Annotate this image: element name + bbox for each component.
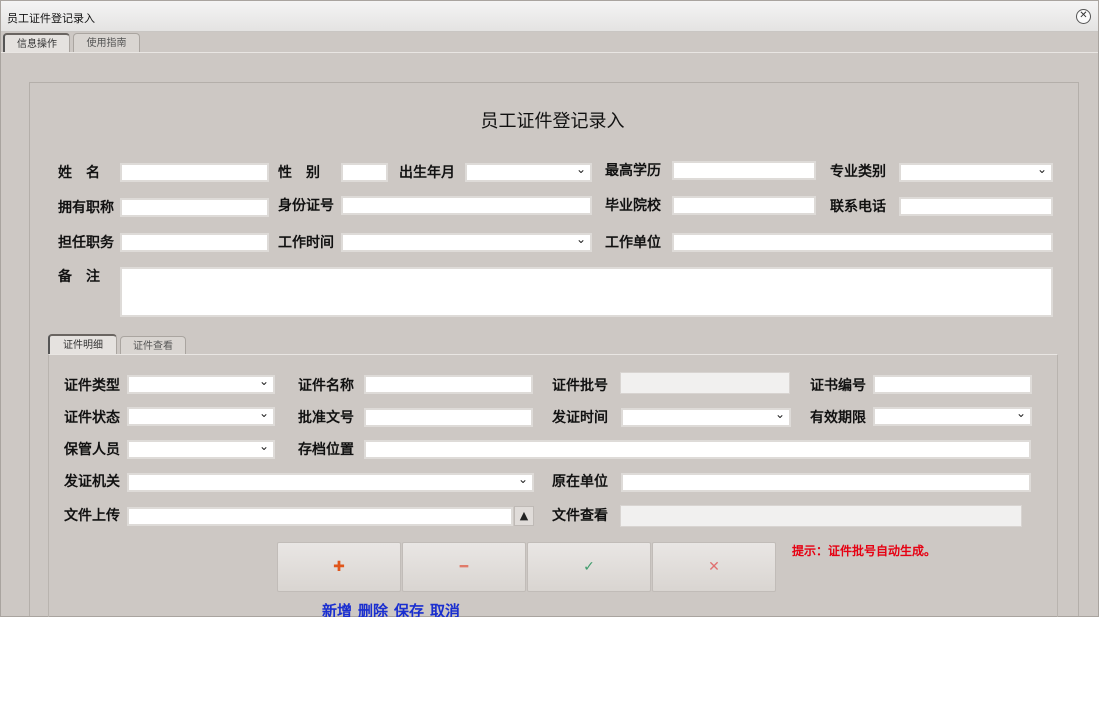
tab-cert-view[interactable]: 证件查看 [120,336,186,354]
cert-name-input[interactable] [364,375,533,394]
workunit-label: 工作单位 [605,235,661,251]
cert-status-select[interactable] [127,406,275,426]
position-input[interactable] [120,233,269,252]
major-label: 专业类别 [830,164,886,180]
birth-select[interactable] [465,162,592,182]
approval-input[interactable] [364,408,533,427]
orig-unit-input[interactable] [621,473,1031,492]
validity-label: 有效期限 [810,410,866,426]
position-label: 担任职务 [58,235,114,251]
cert-name-label: 证件名称 [298,378,354,394]
keeper-select[interactable] [127,439,275,459]
workunit-input[interactable] [672,233,1053,252]
delete-button[interactable]: ━ [402,542,526,592]
hint-text: 提示：证件批号自动生成。 [792,544,937,558]
upload-path-input[interactable] [127,507,513,526]
save-button[interactable]: ✓ [527,542,651,592]
x-icon: ✕ [708,559,720,575]
validity-select[interactable] [873,406,1032,426]
add-button[interactable]: ✚ [277,542,401,592]
title-bar: 员工证件登记录入 ✕ [1,1,1098,32]
cert-batch-readonly [620,372,790,394]
idcard-input[interactable] [341,196,592,215]
page-title: 员工证件登记录入 [480,111,625,132]
gender-input[interactable] [341,163,388,182]
idcard-label: 身份证号 [278,198,334,214]
name-input[interactable] [120,163,269,182]
issue-time-label: 发证时间 [552,410,608,426]
authority-label: 发证机关 [64,474,120,490]
remark-label: 备 注 [58,269,100,285]
view-label: 文件查看 [552,508,608,524]
cert-number-label: 证书编号 [810,378,866,394]
tab-info-operation[interactable]: 信息操作 [3,33,70,53]
worktime-label: 工作时间 [278,235,334,251]
cert-status-label: 证件状态 [64,410,120,426]
education-label: 最高学历 [605,163,661,179]
approval-label: 批准文号 [298,410,354,426]
name-label: 姓 名 [58,165,100,181]
upload-arrow-icon[interactable]: ▲ [514,506,534,526]
file-view-readonly [620,505,1022,527]
phone-input[interactable] [899,197,1053,216]
education-input[interactable] [672,161,816,180]
minus-icon: ━ [459,559,469,575]
cancel-button[interactable]: ✕ [652,542,776,592]
school-label: 毕业院校 [605,198,661,214]
phone-label: 联系电话 [830,199,886,215]
issue-time-select[interactable] [621,407,791,427]
plus-icon: ✚ [333,559,345,575]
archive-label: 存档位置 [298,442,354,458]
background-blank [0,617,1105,702]
window-title: 员工证件登记录入 [7,12,95,25]
cert-batch-label: 证件批号 [552,378,608,394]
title-label: 拥有职称 [58,200,114,216]
archive-input[interactable] [364,440,1031,459]
gender-label: 性 别 [278,165,320,181]
orig-unit-label: 原在单位 [552,474,608,490]
tab-divider [1,52,1098,53]
worktime-select[interactable] [341,232,592,252]
cert-type-select[interactable] [127,374,275,394]
tab-cert-detail[interactable]: 证件明细 [48,334,117,354]
major-select[interactable] [899,162,1053,182]
tab-user-guide[interactable]: 使用指南 [73,33,140,53]
title-input[interactable] [120,198,269,217]
authority-select[interactable] [127,472,534,492]
birth-label: 出生年月 [399,165,455,181]
keeper-label: 保管人员 [64,442,120,458]
close-icon[interactable]: ✕ [1076,9,1091,24]
cert-type-label: 证件类型 [64,378,120,394]
check-icon: ✓ [583,559,595,575]
cert-number-input[interactable] [873,375,1032,394]
remark-textarea[interactable] [120,267,1053,317]
school-input[interactable] [672,196,816,215]
upload-label: 文件上传 [64,508,120,524]
